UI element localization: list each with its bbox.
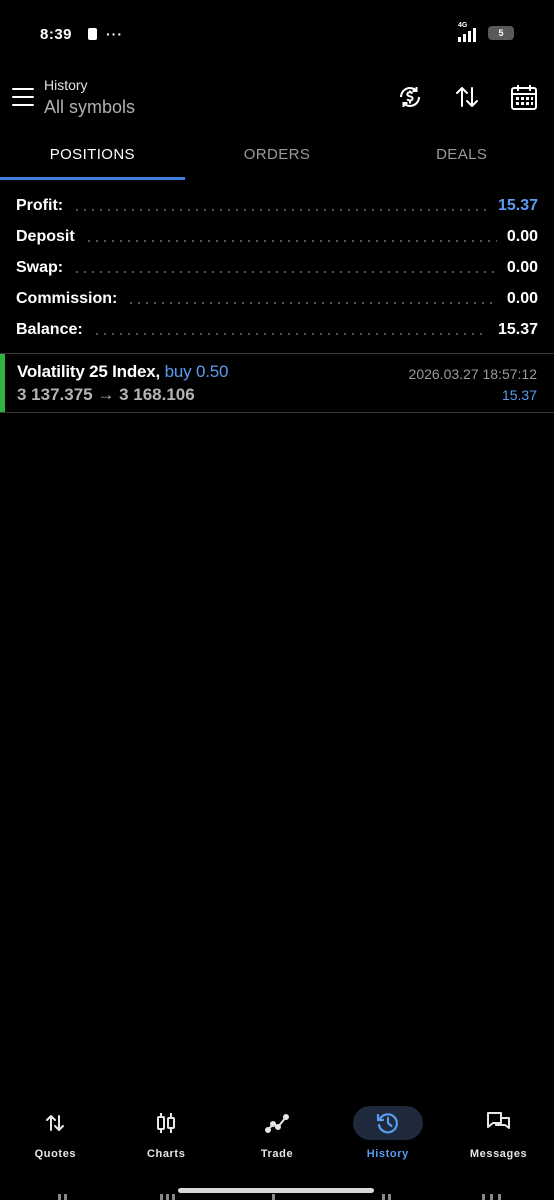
position-prices: 3 137.375 → 3 168.106 <box>17 385 195 404</box>
profit-indicator-strip <box>0 354 5 412</box>
summary-row-balance: Balance: 15.37 <box>16 314 538 345</box>
position-time: 2026.03.27 18:57:12 <box>408 366 537 382</box>
history-icon <box>376 1113 398 1134</box>
tab-orders[interactable]: ORDERS <box>185 136 370 180</box>
nav-history[interactable]: History <box>332 1100 443 1170</box>
menu-button[interactable] <box>12 88 34 106</box>
position-profit: 15.37 <box>501 387 537 403</box>
deposit-label: Deposit <box>16 227 75 245</box>
battery-icon: 5 <box>488 26 514 40</box>
position-symbol: Volatility 25 Index, buy 0.50 <box>17 362 228 382</box>
nav-messages-label: Messages <box>469 1148 528 1160</box>
symbol-filter[interactable]: All symbols <box>44 97 135 118</box>
account-summary: Profit: 15.37 Deposit 0.00 Swap: 0.00 Co… <box>16 190 538 345</box>
profit-label: Profit: <box>16 196 64 214</box>
battery-saver-icon <box>88 28 97 40</box>
sort-button[interactable] <box>452 82 482 112</box>
dotted-leader <box>73 270 497 273</box>
nav-charts-label: Charts <box>146 1148 186 1160</box>
signal-icon: 4G <box>458 22 480 42</box>
dotted-leader <box>92 332 488 335</box>
profit-value: 15.37 <box>497 196 538 214</box>
currency-sync-icon <box>400 87 420 107</box>
swap-label: Swap: <box>16 258 64 276</box>
balance-value: 15.37 <box>497 320 538 338</box>
charts-icon <box>157 1113 176 1133</box>
status-bar: 8:39 ··· 4G 5 <box>0 0 554 66</box>
messages-icon <box>486 1112 510 1129</box>
dotted-leader <box>127 301 497 304</box>
nav-quotes[interactable]: Quotes <box>0 1100 111 1170</box>
trade-icon <box>264 1114 289 1133</box>
nav-quotes-label: Quotes <box>34 1148 77 1160</box>
page-title: History <box>44 77 88 93</box>
summary-row-commission: Commission: 0.00 <box>16 283 538 314</box>
tab-deals[interactable]: DEALS <box>369 136 554 180</box>
tab-positions[interactable]: POSITIONS <box>0 136 185 180</box>
summary-row-profit: Profit: 15.37 <box>16 190 538 221</box>
status-left-icons: ··· <box>88 26 123 42</box>
nav-trade-label: Trade <box>260 1148 294 1160</box>
commission-value: 0.00 <box>506 289 538 307</box>
position-side-volume: buy 0.50 <box>164 362 229 381</box>
deposit-value: 0.00 <box>506 227 538 245</box>
calendar-icon <box>511 85 537 110</box>
date-range-button[interactable] <box>509 82 539 112</box>
commission-label: Commission: <box>16 289 118 307</box>
summary-row-deposit: Deposit 0.00 <box>16 221 538 252</box>
next-row-edge <box>0 1194 554 1200</box>
sync-button[interactable] <box>395 82 425 112</box>
position-row[interactable]: Volatility 25 Index, buy 0.50 3 137.375 … <box>0 353 554 413</box>
history-tabs: POSITIONS ORDERS DEALS <box>0 136 554 180</box>
nav-charts[interactable]: Charts <box>111 1100 222 1170</box>
quotes-icon <box>46 1115 65 1131</box>
bottom-nav: Quotes Charts Trade History Messages <box>0 1100 554 1170</box>
symbol-name: Volatility 25 Index, <box>17 362 161 381</box>
status-right: 4G 5 <box>458 22 514 42</box>
summary-row-swap: Swap: 0.00 <box>16 252 538 283</box>
nav-messages[interactable]: Messages <box>443 1100 554 1170</box>
dotted-leader <box>84 239 497 242</box>
status-time: 8:39 <box>40 26 73 43</box>
balance-label: Balance: <box>16 320 83 338</box>
sort-icon <box>456 87 478 107</box>
dotted-leader <box>73 208 488 211</box>
home-indicator[interactable] <box>178 1188 374 1193</box>
more-notifications-icon: ··· <box>106 26 123 42</box>
app-header: History All symbols <box>0 66 554 128</box>
swap-value: 0.00 <box>506 258 538 276</box>
nav-trade[interactable]: Trade <box>222 1100 333 1170</box>
nav-history-label: History <box>366 1148 409 1160</box>
